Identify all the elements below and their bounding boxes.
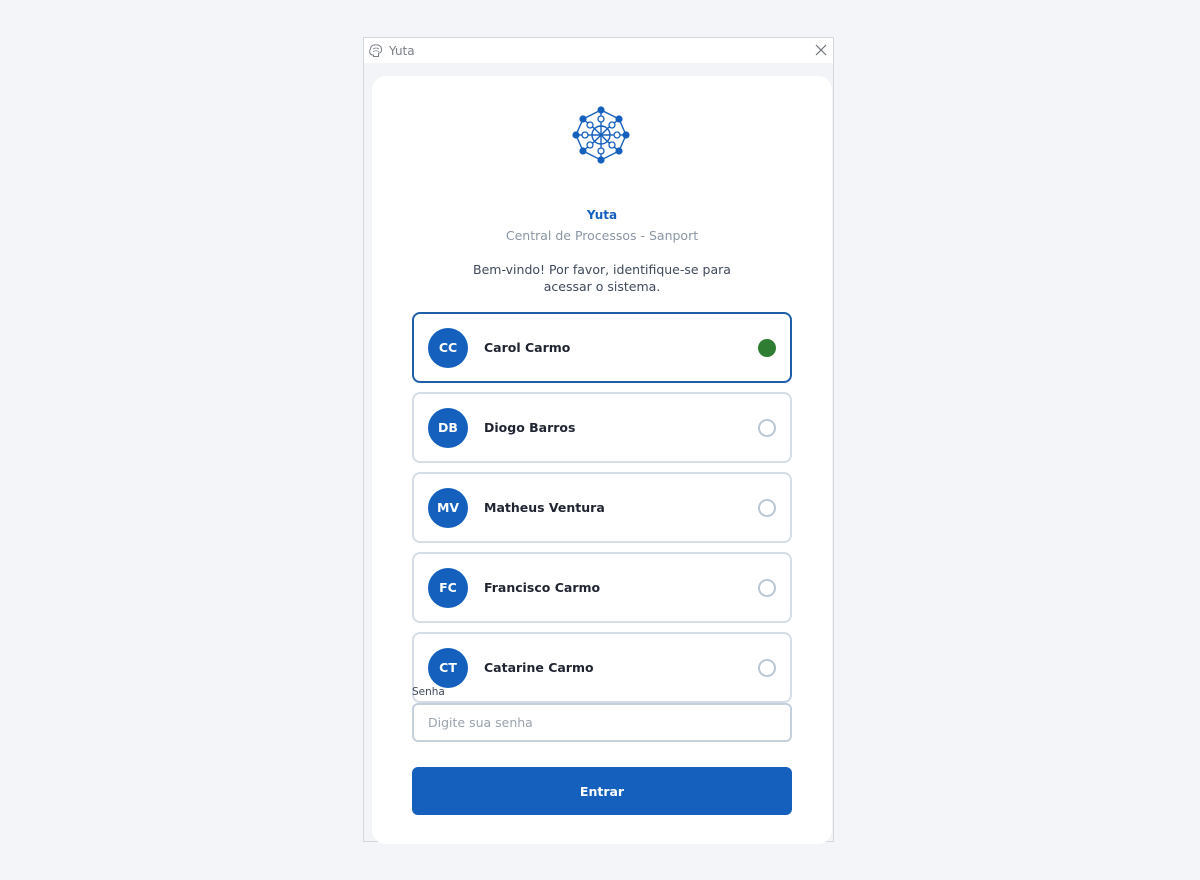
selection-radio[interactable] [758, 338, 776, 357]
selection-radio[interactable] [758, 658, 776, 677]
password-field[interactable] [412, 703, 792, 742]
network-wheel-logo [572, 106, 630, 164]
user-name: Carol Carmo [484, 340, 571, 355]
user-name: Catarine Carmo [484, 660, 594, 675]
login-button[interactable]: Entrar [412, 767, 792, 815]
avatar: CC [428, 327, 468, 368]
user-list: CC Carol Carmo DB Diogo Barros MV Matheu… [412, 312, 792, 712]
brain-icon [368, 43, 384, 59]
close-icon[interactable] [811, 40, 831, 60]
user-option[interactable]: MV Matheus Ventura [412, 472, 792, 543]
login-card: Yuta Central de Processos - Sanport Bem-… [372, 76, 832, 844]
selection-radio[interactable] [758, 418, 776, 437]
password-label: Senha [412, 686, 445, 698]
subtitle: Central de Processos - Sanport [505, 228, 699, 243]
brand-name: Yuta [586, 208, 618, 222]
avatar: FC [428, 567, 468, 608]
window-title: Yuta [389, 43, 415, 58]
avatar: DB [428, 407, 468, 448]
user-name: Matheus Ventura [484, 500, 605, 515]
user-name: Diogo Barros [484, 420, 576, 435]
avatar: MV [428, 487, 468, 528]
welcome-message: Bem-vindo! Por favor, identifique-se par… [473, 262, 731, 294]
user-option[interactable]: FC Francisco Carmo [412, 552, 792, 623]
user-option[interactable]: CT Catarine Carmo [412, 632, 792, 703]
title-bar: Yuta [364, 38, 833, 63]
selection-radio[interactable] [758, 498, 776, 517]
user-name: Francisco Carmo [484, 580, 601, 595]
user-option[interactable]: CC Carol Carmo [412, 312, 792, 383]
app-window: Yuta Yuta Central de Processos - Sanport… [363, 37, 834, 844]
selection-radio[interactable] [758, 578, 776, 597]
user-option[interactable]: DB Diogo Barros [412, 392, 792, 463]
avatar: CT [428, 647, 468, 688]
